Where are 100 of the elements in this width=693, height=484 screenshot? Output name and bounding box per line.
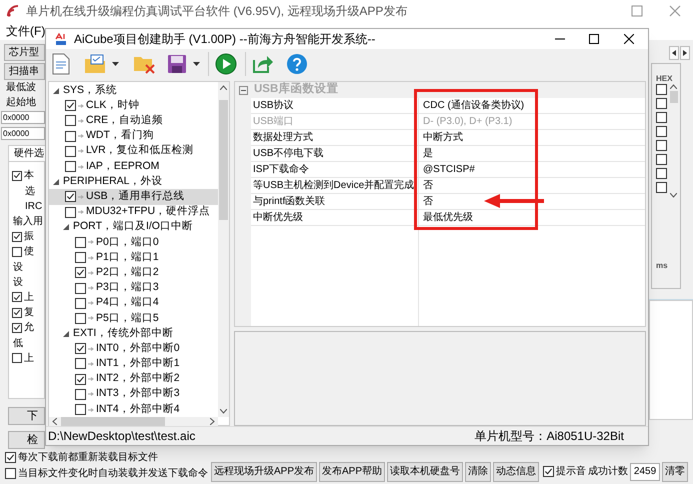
caret-icon[interactable] (112, 62, 119, 66)
tree-item[interactable]: PERIPHERAL，外设 (49, 174, 218, 190)
toolbar-button[interactable]: 发布APP帮助 (319, 462, 386, 482)
checkbox[interactable] (65, 161, 76, 172)
checkbox[interactable] (75, 374, 86, 385)
property-value[interactable]: 是 (419, 146, 645, 162)
scroll-up-icon[interactable] (220, 85, 227, 90)
address-field[interactable]: 0x0000 (1, 111, 45, 124)
checkbox[interactable] (656, 168, 667, 180)
checkbox[interactable] (75, 388, 86, 400)
scroll-left-icon[interactable] (52, 418, 57, 426)
scroll-thumb[interactable] (219, 100, 228, 220)
checkbox[interactable] (75, 358, 86, 370)
tree-item[interactable]: SYS，系统 (49, 83, 218, 98)
scroll-down-icon[interactable] (670, 193, 677, 198)
checkbox[interactable] (12, 170, 22, 181)
checkbox[interactable] (12, 308, 22, 318)
checkbox[interactable] (65, 191, 76, 202)
address-field[interactable]: 0x0000 (1, 127, 45, 140)
scrollbar[interactable] (669, 84, 678, 198)
folder-delete-icon[interactable] (133, 54, 155, 74)
checkbox[interactable] (656, 182, 667, 194)
checkbox[interactable] (75, 236, 86, 248)
checkbox[interactable] (75, 282, 86, 294)
tree-item[interactable]: INT1，外部中断1 (49, 356, 218, 372)
scroll-right-icon[interactable] (210, 418, 215, 426)
reset-button[interactable]: 清零 (662, 462, 688, 482)
checkbox[interactable] (12, 246, 22, 257)
checkbox[interactable] (543, 466, 554, 478)
action-button[interactable]: 检 (8, 431, 45, 450)
count-field[interactable]: 2459 (630, 462, 660, 481)
checkbox[interactable] (656, 112, 667, 124)
checkbox[interactable] (65, 206, 76, 218)
save-icon[interactable] (167, 54, 187, 74)
toolbar-button[interactable]: 远程现场升级APP发布 (211, 462, 318, 482)
tree-item[interactable]: CLK，时钟 (49, 98, 218, 114)
tree-item[interactable]: INT0，外部中断0 (49, 341, 218, 356)
checkbox[interactable] (75, 312, 86, 324)
action-button[interactable]: 下 (8, 407, 45, 426)
new-document-icon[interactable] (52, 53, 70, 76)
checkbox[interactable] (75, 252, 86, 264)
scroll-thumb[interactable] (670, 91, 678, 104)
tree-item[interactable]: P4口，端口4 (49, 296, 218, 311)
close-icon[interactable] (624, 34, 634, 44)
checkbox[interactable] (656, 98, 667, 110)
collapse-icon[interactable] (239, 86, 248, 94)
expanded-icon[interactable] (53, 88, 59, 94)
checkbox[interactable] (75, 267, 86, 278)
chip-button[interactable]: 芯片型 (4, 44, 45, 62)
checkbox[interactable] (656, 154, 667, 166)
tree-item[interactable]: IAP，EEPROM (49, 158, 218, 174)
checkbox[interactable] (12, 292, 22, 302)
horizontal-scrollbar[interactable] (49, 417, 218, 426)
checkbox[interactable] (65, 130, 76, 142)
toolbar-button[interactable]: 动态信息 (493, 462, 540, 482)
property-value[interactable]: 最低优先级 (419, 210, 645, 226)
expanded-icon[interactable] (53, 178, 59, 185)
tree-item[interactable]: P3口，端口3 (49, 280, 218, 296)
scroll-thumb[interactable] (61, 417, 165, 426)
checkbox[interactable] (12, 322, 22, 333)
expanded-icon[interactable] (63, 330, 69, 337)
tree-item[interactable]: CRE，自动追频 (49, 113, 218, 129)
open-folder-icon[interactable] (84, 54, 106, 74)
property-value[interactable]: 中断方式 (419, 130, 645, 146)
checkbox[interactable] (656, 84, 667, 96)
checkbox[interactable] (75, 298, 86, 309)
tree-item[interactable]: PORT，端口及I/O口中断 (49, 220, 218, 235)
scroll-left-button[interactable] (669, 46, 679, 60)
scroll-up-icon[interactable] (670, 84, 677, 90)
property-value[interactable]: CDC (通信设备类协议) (419, 98, 645, 114)
checkbox[interactable] (656, 126, 667, 138)
checkbox[interactable] (656, 140, 667, 152)
caret-icon[interactable] (193, 62, 200, 66)
tree-item[interactable]: LVR，复位和低压检测 (49, 144, 218, 159)
checkbox[interactable] (5, 468, 16, 480)
scroll-down-icon[interactable] (220, 409, 227, 414)
run-icon[interactable] (215, 53, 237, 76)
checkbox[interactable] (75, 343, 86, 354)
toolbar-button[interactable]: 读取本机硬盘号 (387, 462, 464, 482)
checkbox[interactable] (12, 353, 22, 364)
checkbox[interactable] (12, 232, 22, 242)
tree-item[interactable]: USB，通用串行总线 (49, 189, 218, 204)
checkbox[interactable] (5, 452, 16, 464)
toolbar-button[interactable]: 清除 (465, 462, 492, 482)
checkbox[interactable] (65, 146, 76, 157)
checkbox[interactable] (65, 100, 76, 112)
tree-item[interactable]: P2口，端口2 (49, 265, 218, 280)
expanded-icon[interactable] (63, 224, 69, 230)
tree-item[interactable]: INT3，外部中断3 (49, 386, 218, 402)
scrollbar[interactable] (218, 82, 229, 418)
help-icon[interactable] (286, 53, 308, 76)
scroll-right-button[interactable] (680, 46, 690, 60)
tree-item[interactable]: P0口，端口0 (49, 234, 218, 250)
tree-item[interactable]: P1口，端口1 (49, 250, 218, 266)
export-icon[interactable] (252, 54, 274, 74)
maximize-icon[interactable] (589, 34, 599, 44)
tree-item[interactable]: P5口，端口5 (49, 310, 218, 326)
tab[interactable]: 硬件选 (8, 145, 45, 162)
tree-item[interactable]: MDU32+TFPU，硬件浮点 (49, 204, 218, 220)
tree-item[interactable]: WDT，看门狗 (49, 128, 218, 144)
